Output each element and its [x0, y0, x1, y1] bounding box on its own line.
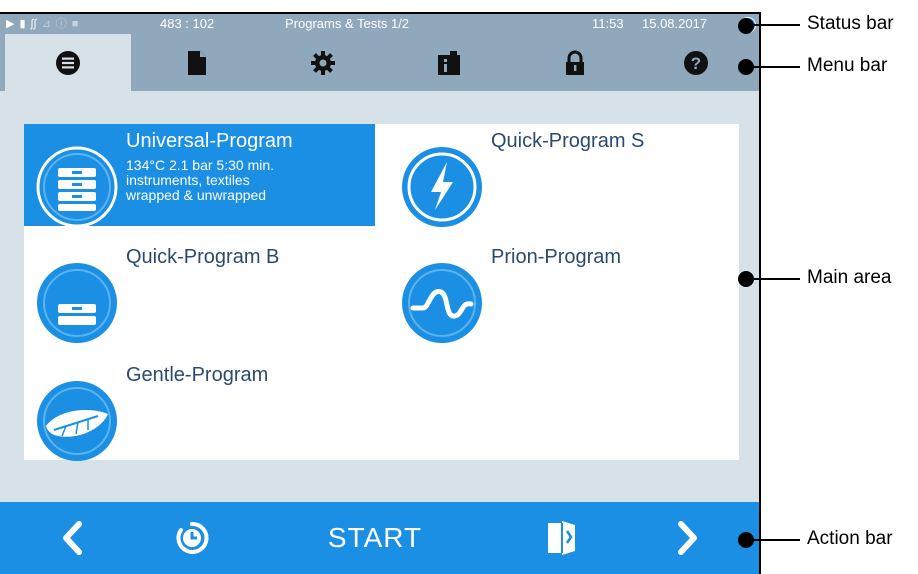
help-icon: ?	[684, 50, 708, 75]
document-icon	[188, 50, 206, 75]
program-detail-load: instruments, textiles	[126, 172, 250, 188]
program-name: Quick-Program S	[491, 130, 645, 152]
annotation-line-menu	[752, 66, 800, 68]
tray-icon	[37, 263, 117, 343]
previous-button[interactable]	[52, 502, 92, 574]
timer-button[interactable]	[170, 502, 214, 574]
document-icon: ▮	[19, 18, 26, 30]
device-screen: ▶ ▮ ∫∫ ⊿ ⓘ ■ 483 : 102 Programs & Tests …	[0, 14, 759, 574]
tab-info[interactable]	[386, 34, 512, 91]
annotation-menu-bar: Menu bar	[807, 55, 888, 76]
program-list: Universal-Program 134°C 2.1 bar 5:30 min…	[24, 124, 740, 461]
annotation-main-area: Main area	[807, 267, 892, 288]
tab-lock[interactable]	[512, 34, 638, 91]
list-icon	[56, 50, 80, 75]
chart-icon: ⊿	[41, 18, 51, 30]
lock-icon	[566, 50, 584, 75]
chevron-left-icon	[63, 521, 82, 555]
chevron-right-icon	[678, 521, 697, 555]
program-gentle[interactable]: Gentle-Program	[24, 358, 375, 461]
program-details: 134°C 2.1 bar 5:30 min. instruments, tex…	[126, 158, 274, 203]
door-icon	[548, 521, 575, 555]
play-icon: ▶	[6, 18, 15, 30]
cycle-counter: 483 : 102	[160, 16, 215, 31]
annotation-dot-status	[738, 18, 754, 34]
program-detail-params: 134°C 2.1 bar 5:30 min.	[126, 157, 275, 173]
tab-programs[interactable]	[5, 34, 131, 91]
lock-icon: ■	[71, 18, 79, 30]
program-name: Quick-Program B	[126, 246, 280, 268]
timer-icon	[176, 521, 209, 554]
svg-text:?: ?	[691, 54, 701, 73]
annotation-status-bar: Status bar	[807, 13, 894, 34]
status-icons: ▶ ▮ ∫∫ ⊿ ⓘ ■	[6, 16, 78, 32]
door-button[interactable]	[540, 502, 584, 574]
device-frame-right	[759, 14, 761, 574]
annotation-line-status	[752, 24, 800, 26]
program-universal[interactable]: Universal-Program 134°C 2.1 bar 5:30 min…	[24, 124, 375, 228]
program-detail-packaging: wrapped & unwrapped	[126, 187, 267, 203]
info-icon: ⓘ	[55, 18, 67, 30]
next-button[interactable]	[668, 502, 708, 574]
feather-icon	[37, 381, 117, 461]
tab-settings[interactable]	[260, 34, 386, 91]
clock-date: 15.08.2017	[642, 16, 708, 31]
screen-title: Programs & Tests 1/2	[285, 16, 410, 31]
action-bar: START	[0, 502, 759, 574]
program-quick-b[interactable]: Quick-Program B	[24, 240, 375, 343]
program-name: Prion-Program	[491, 246, 622, 268]
annotation-line-main	[752, 278, 800, 280]
program-name: Gentle-Program	[126, 364, 269, 386]
steam-icon: ∫∫	[30, 18, 37, 30]
wave-icon	[402, 263, 482, 343]
annotation-line-action	[752, 539, 800, 541]
program-quick-s[interactable]: Quick-Program S	[389, 124, 740, 227]
tab-documents[interactable]	[134, 34, 260, 91]
stack-icon	[36, 146, 118, 228]
annotation-action-bar: Action bar	[807, 528, 893, 549]
program-name: Universal-Program	[126, 130, 293, 152]
status-bar: ▶ ▮ ∫∫ ⊿ ⓘ ■ 483 : 102 Programs & Tests …	[0, 14, 759, 34]
lightning-icon	[402, 147, 482, 227]
clock-time: 11:53	[592, 16, 624, 31]
info-clipboard-icon	[438, 50, 460, 75]
start-button[interactable]: START	[310, 502, 440, 574]
menu-bar: ?	[0, 34, 759, 91]
program-prion[interactable]: Prion-Program	[389, 240, 740, 343]
gear-icon	[311, 50, 335, 75]
